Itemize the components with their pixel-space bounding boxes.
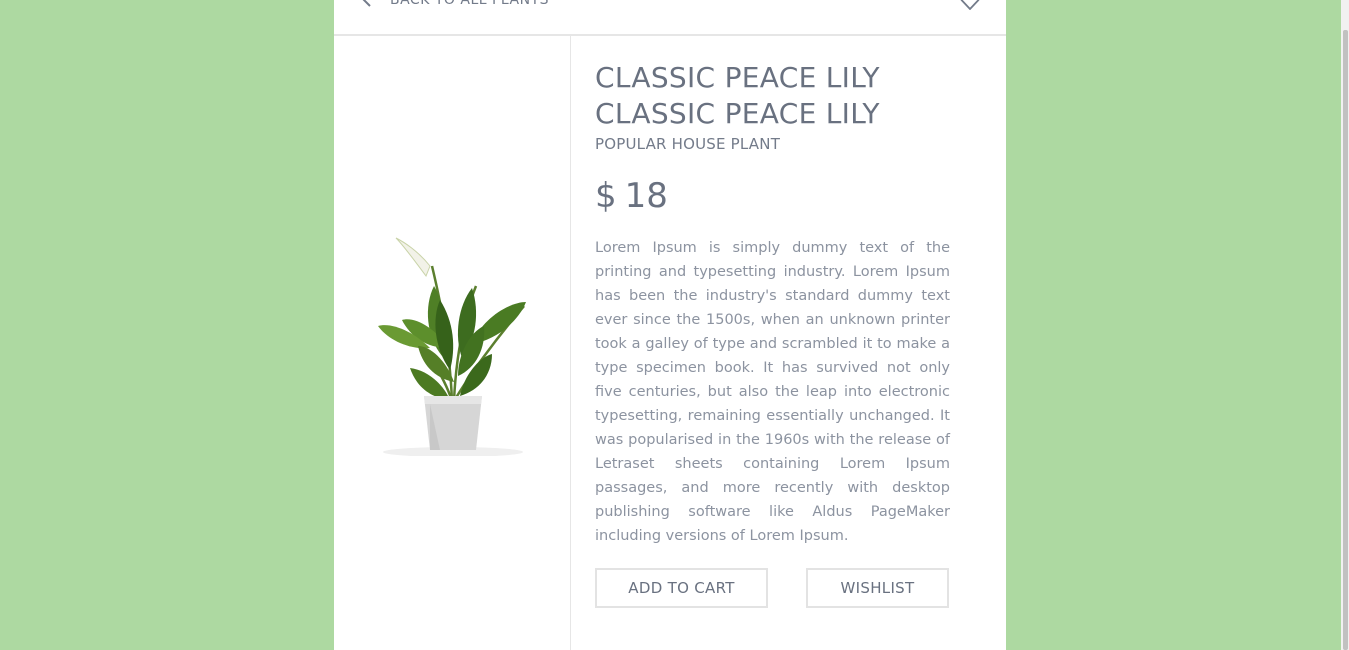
product-info: CLASSIC PEACE LILY CLASSIC PEACE LILY PO… (595, 60, 950, 563)
product-title-line-2: CLASSIC PEACE LILY (595, 97, 880, 130)
price-amount: 18 (624, 176, 668, 216)
product-image (374, 236, 532, 457)
add-to-cart-button[interactable]: ADD TO CART (595, 568, 768, 608)
top-bar: BACK TO ALL PLANTS (334, 0, 1006, 36)
chevron-left-icon (360, 0, 374, 8)
product-detail-card: BACK TO ALL PLANTS CLASSIC PEACE LILY CL… (334, 0, 1006, 650)
product-description: Lorem Ipsum is simply dummy text of the … (595, 240, 950, 544)
scrollbar-thumb[interactable] (1343, 30, 1348, 650)
back-link-label: BACK TO ALL PLANTS (390, 0, 550, 8)
product-title: CLASSIC PEACE LILY CLASSIC PEACE LILY (595, 60, 950, 132)
column-divider (570, 36, 571, 650)
product-price: $18 (595, 174, 950, 218)
product-actions: ADD TO CART WISHLIST (595, 568, 949, 612)
wishlist-button[interactable]: WISHLIST (806, 568, 949, 608)
price-currency: $ (595, 176, 617, 216)
product-title-line-1: CLASSIC PEACE LILY (595, 61, 880, 94)
back-to-all-plants-link[interactable]: BACK TO ALL PLANTS (360, 0, 549, 9)
product-subtitle: POPULAR HOUSE PLANT (595, 135, 781, 153)
heart-icon[interactable] (960, 0, 980, 11)
